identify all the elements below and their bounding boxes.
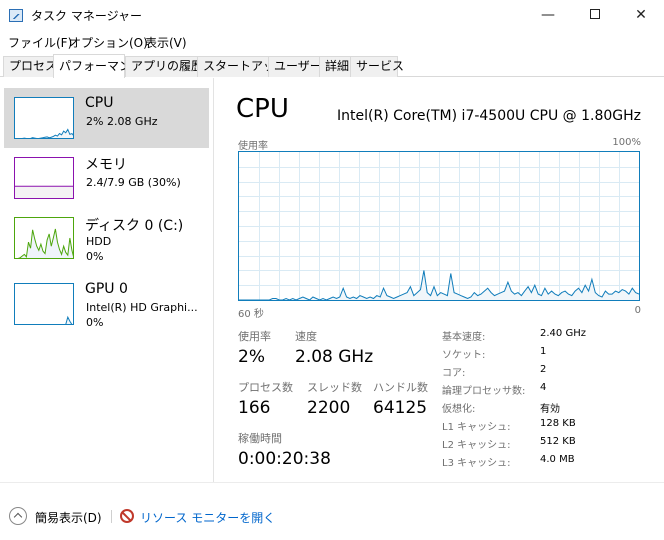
usage-area — [14, 317, 74, 325]
chevron-up-icon[interactable] — [9, 507, 27, 525]
tab-performance[interactable]: パフォーマンス — [53, 54, 143, 78]
resource-item-gpu[interactable]: GPU 0 Intel(R) HD Graphi... 0% — [4, 274, 209, 334]
resource-item-memory[interactable]: メモリ 2.4/7.9 GB (30%) — [4, 148, 209, 208]
processes-value: 166 — [238, 398, 271, 418]
uptime-label: 稼働時間 — [238, 432, 282, 445]
cpu-detail-panel: CPU Intel(R) Core(TM) i7-4500U CPU @ 1.8… — [214, 78, 664, 482]
menu-file[interactable]: ファイル(F) — [8, 34, 72, 51]
resource-item-cpu[interactable]: CPU 2% 2.08 GHz — [4, 88, 209, 148]
tab-bar: プロセス パフォーマンス アプリの履歴 スタートアップ ユーザー 詳細 サービス — [0, 54, 664, 78]
resource-name: CPU — [85, 95, 114, 111]
cpu-model: Intel(R) Core(TM) i7-4500U CPU @ 1.80GHz — [337, 108, 641, 124]
resource-detail-2: 0% — [86, 316, 104, 329]
task-manager-icon — [9, 9, 23, 22]
tab-users[interactable]: ユーザー — [268, 56, 322, 77]
tab-services[interactable]: サービス — [350, 56, 404, 77]
graph-border — [14, 283, 74, 325]
usage-area — [14, 228, 74, 259]
graph-label-usage: 使用率 — [238, 141, 268, 152]
tab-processes[interactable]: プロセス — [3, 56, 57, 77]
resource-detail: Intel(R) HD Graphi... — [86, 301, 198, 314]
window-title: タスク マネージャー — [31, 9, 142, 23]
resource-item-disk[interactable]: ディスク 0 (C:) HDD 0% — [4, 208, 209, 268]
threads-label: スレッド数 — [307, 381, 362, 394]
graph-label-max: 100% — [612, 137, 641, 148]
tab-details[interactable]: 詳細 — [319, 56, 351, 77]
resource-name: GPU 0 — [85, 281, 128, 297]
spec-value-logical-processors: 4 — [540, 382, 547, 393]
tab-startup[interactable]: スタートアップ — [197, 56, 287, 77]
resource-list: CPU 2% 2.08 GHz メモリ 2.4/7.9 GB (30%) ディス… — [0, 78, 213, 482]
open-resource-monitor-link[interactable]: リソース モニターを開く — [140, 509, 275, 526]
page-title: CPU — [236, 94, 289, 124]
spec-label-l1-cache: L1 キャッシュ: — [442, 422, 511, 433]
menu-view[interactable]: 表示(V) — [145, 34, 187, 51]
cpu-usage-graph — [238, 151, 640, 301]
spec-label-virtualization: 仮想化: — [442, 404, 476, 415]
speed-label: 速度 — [295, 330, 317, 343]
threads-value: 2200 — [307, 398, 351, 418]
handles-value: 64125 — [373, 398, 428, 418]
memory-thumbnail-graph — [14, 157, 74, 199]
footer-divider — [111, 510, 112, 523]
maximize-icon — [590, 9, 600, 19]
resource-name: ディスク 0 (C:) — [85, 218, 184, 234]
cpu-thumbnail-graph — [14, 97, 74, 139]
uptime-value: 0:00:20:38 — [238, 449, 331, 469]
cpu-graph-canvas — [239, 152, 640, 301]
spec-value-l3-cache: 4.0 MB — [540, 454, 575, 465]
spec-label-l3-cache: L3 キャッシュ: — [442, 458, 511, 469]
resource-detail: 2% 2.08 GHz — [86, 115, 158, 128]
usage-value: 2% — [238, 347, 265, 367]
tab-app-history[interactable]: アプリの履歴 — [125, 56, 203, 77]
processes-label: プロセス数 — [238, 381, 293, 394]
spec-label-logical-processors: 論理プロセッサ数: — [442, 386, 526, 397]
spec-label-base-speed: 基本速度: — [442, 332, 486, 343]
fewer-details-button[interactable]: 簡易表示(D) — [35, 509, 102, 526]
usage-sparkline — [14, 97, 74, 139]
usage-line — [14, 315, 74, 325]
graph-axis-start: 60 秒 — [238, 309, 264, 320]
close-button[interactable]: ✕ — [618, 0, 664, 31]
resource-name: メモリ — [85, 157, 127, 173]
spec-value-l2-cache: 512 KB — [540, 436, 576, 447]
usage-sparkline — [14, 157, 74, 199]
gpu-thumbnail-graph — [14, 283, 74, 325]
handles-label: ハンドル数 — [373, 381, 428, 394]
spec-value-sockets: 1 — [540, 346, 547, 357]
spec-label-cores: コア: — [442, 368, 466, 379]
spec-value-virtualization: 有効 — [540, 404, 560, 415]
speed-value: 2.08 GHz — [295, 347, 374, 367]
footer-bar: 簡易表示(D) リソース モニターを開く — [0, 482, 664, 540]
menu-options[interactable]: オプション(O) — [69, 34, 148, 51]
graph-axis-end: 0 — [634, 305, 641, 316]
maximize-button[interactable] — [572, 0, 618, 31]
usage-label: 使用率 — [238, 330, 271, 343]
spec-value-cores: 2 — [540, 364, 547, 375]
spec-value-l1-cache: 128 KB — [540, 418, 576, 429]
minimize-button[interactable]: — — [525, 0, 571, 31]
spec-label-l2-cache: L2 キャッシュ: — [442, 440, 511, 451]
usage-area — [14, 186, 74, 199]
usage-sparkline — [14, 283, 74, 325]
resource-detail-2: 0% — [86, 250, 104, 263]
resource-detail: 2.4/7.9 GB (30%) — [86, 176, 181, 189]
title-bar: タスク マネージャー — ✕ — [0, 0, 664, 31]
usage-sparkline — [14, 217, 74, 259]
resource-monitor-icon[interactable] — [120, 509, 134, 523]
spec-label-sockets: ソケット: — [442, 350, 486, 361]
spec-value-base-speed: 2.40 GHz — [540, 328, 586, 339]
resource-detail: HDD — [86, 235, 112, 248]
menu-bar: ファイル(F) オプション(O) 表示(V) — [0, 31, 664, 52]
disk-thumbnail-graph — [14, 217, 74, 259]
